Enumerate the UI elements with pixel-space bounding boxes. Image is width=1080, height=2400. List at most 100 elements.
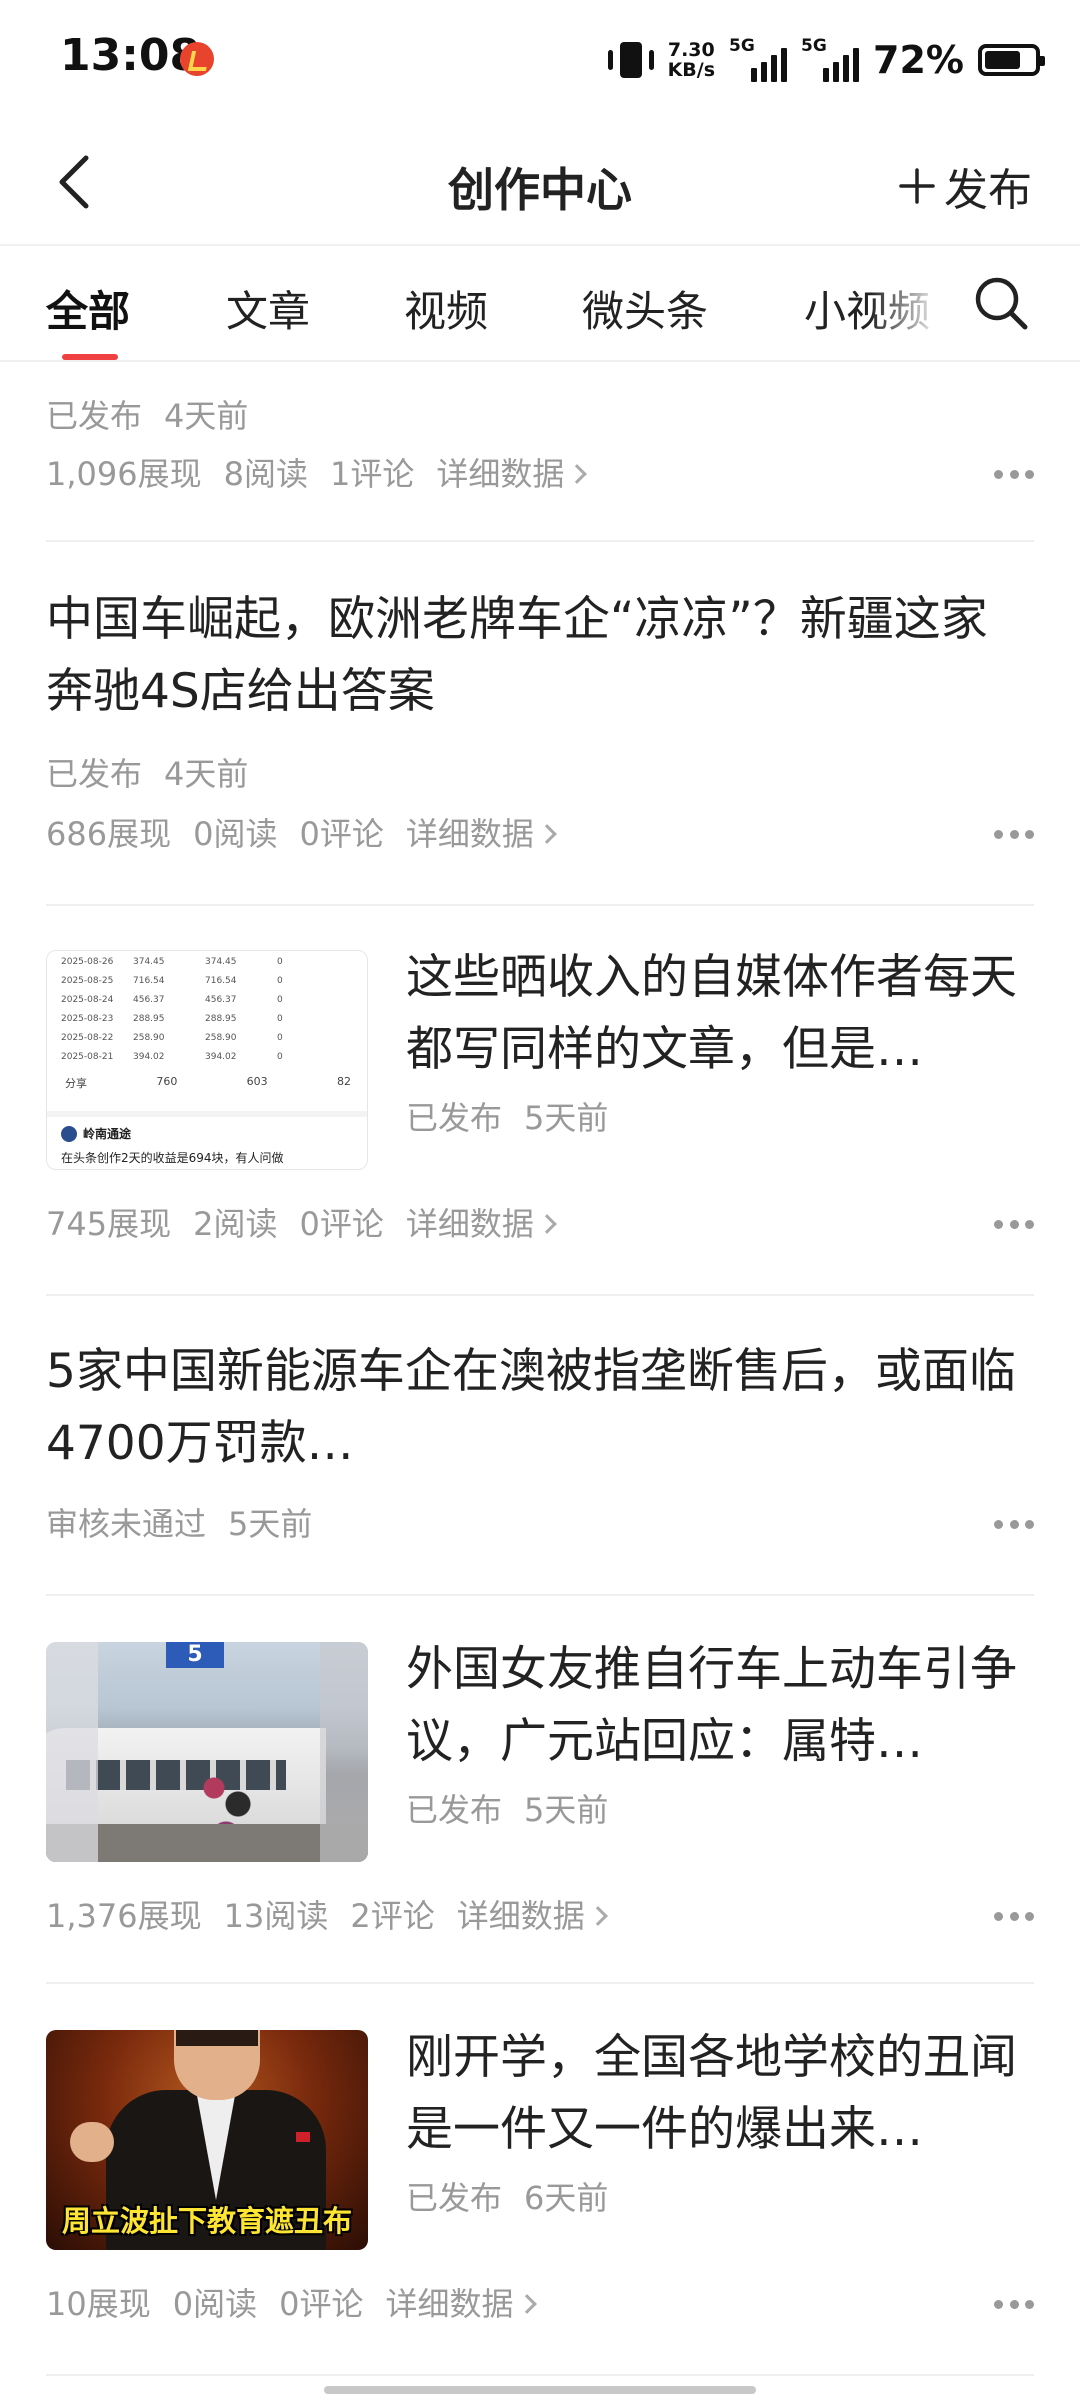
detail-data-link[interactable]: 详细数据 — [405, 1202, 557, 1246]
list-item[interactable]: 已发布 4天前 1,096展现 8阅读 1评论 详细数据 — [46, 364, 1034, 542]
item-stats: 686展现 0阅读 0评论 详细数据 — [46, 812, 576, 856]
list-item[interactable]: 5 外国女友推自行车上动车引争议，广元站回应：属特… 已发布 5天前 1,376展… — [46, 1596, 1034, 1984]
sim2-label: 5G — [801, 36, 827, 56]
detail-data-link[interactable]: 详细数据 — [385, 2282, 537, 2326]
earnings-row: 2025-08-22 258.90 258.90 0 — [61, 1033, 353, 1053]
item-title[interactable]: 这些晒收入的自媒体作者每天都写同样的文章，但是… — [406, 942, 1034, 1086]
item-status: 审核未通过 — [46, 1505, 207, 1543]
detail-data-label: 详细数据 — [436, 455, 565, 493]
share-label: 分享 — [65, 1077, 87, 1090]
battery-icon — [978, 44, 1045, 76]
more-options-button[interactable] — [994, 1220, 1034, 1230]
item-reads: 2阅读 — [193, 1205, 278, 1243]
item-status-line: 已发布 5天前 — [406, 1096, 1034, 1140]
earnings-cell: 394.02 — [133, 1052, 165, 1062]
item-thumbnail[interactable]: 2025-08-26 374.45 374.45 0 2025-08-25 716.54 7… — [46, 950, 368, 1170]
thumb-author: 岭南通途 — [61, 1125, 131, 1142]
tab-scroll-fade — [870, 246, 960, 358]
item-comments: 0评论 — [299, 815, 384, 853]
earnings-cell: 258.90 — [205, 1033, 237, 1043]
item-thumbnail[interactable]: 5 — [46, 1642, 368, 1862]
list-item[interactable]: 5家中国新能源车企在澳被指垄断售后，或面临4700万罚款… 审核未通过 5天前 — [46, 1296, 1034, 1596]
earnings-cell: 2025-08-22 — [61, 1033, 114, 1043]
item-views: 1,376展现 — [46, 1897, 202, 1935]
thumb-blur-left — [46, 1642, 98, 1862]
earnings-cell: 2025-08-26 — [61, 957, 114, 967]
author-name: 岭南通途 — [83, 1127, 132, 1141]
signal-sim2-icon: 5G — [801, 36, 860, 82]
earnings-cell: 2025-08-24 — [61, 995, 114, 1005]
list-item[interactable]: 2025-08-26 374.45 374.45 0 2025-08-25 716.54 7… — [46, 906, 1034, 1296]
item-time: 4天前 — [164, 755, 249, 793]
earnings-cell: 716.54 — [205, 976, 237, 986]
earnings-cell: 0 — [277, 995, 283, 1005]
home-indicator[interactable] — [324, 2386, 756, 2394]
item-status: 已发布 — [406, 1099, 503, 1137]
network-speed-unit: KB/s — [667, 59, 716, 81]
more-options-button[interactable] — [994, 470, 1034, 480]
earnings-cell: 394.02 — [205, 1052, 237, 1062]
tab-micro-posts[interactable]: 微头条 — [582, 278, 708, 339]
earnings-cell: 258.90 — [133, 1033, 165, 1043]
detail-data-link[interactable]: 详细数据 — [406, 812, 557, 856]
chevron-right-icon — [516, 2294, 537, 2314]
item-reads: 0阅读 — [193, 815, 278, 853]
detail-data-label: 详细数据 — [405, 1205, 534, 1243]
earnings-row: 2025-08-24 456.37 456.37 0 — [61, 995, 353, 1015]
sim1-label: 5G — [729, 36, 755, 56]
favorite-count: 82 — [336, 1075, 351, 1088]
item-status-line: 已发布 4天前 — [46, 394, 270, 438]
chevron-right-icon — [536, 824, 557, 844]
network-speed: 7.30 KB/s — [668, 40, 715, 80]
detail-data-link[interactable]: 详细数据 — [436, 452, 588, 496]
thumb-pocket-square — [296, 2132, 310, 2142]
item-title[interactable]: 中国车崛起，欧洲老牌车企“凉凉”？新疆这家奔驰4S店给出答案 — [46, 584, 1034, 728]
item-reads: 13阅读 — [223, 1897, 329, 1935]
tab-videos[interactable]: 视频 — [404, 278, 488, 339]
battery-percent: 72% — [873, 38, 964, 82]
like-count: 603 — [246, 1075, 268, 1088]
network-speed-value: 7.30 — [667, 39, 715, 61]
item-stats: 10展现 0阅读 0评论 详细数据 — [46, 2282, 556, 2326]
detail-data-label: 详细数据 — [385, 2285, 514, 2323]
earnings-cell: 0 — [277, 1033, 283, 1043]
publish-button[interactable]: 发布 — [898, 154, 1032, 218]
item-thumbnail[interactable]: 周立波扯下教育遮丑布 — [46, 2030, 368, 2250]
category-tabs: 全部 文章 视频 微头条 小视频 — [0, 246, 1080, 362]
more-options-button[interactable] — [994, 1520, 1034, 1530]
chevron-right-icon — [587, 1906, 608, 1926]
earnings-cell: 456.37 — [205, 995, 237, 1005]
list-item[interactable]: 周立波扯下教育遮丑布 刚开学，全国各地学校的丑闻是一件又一件的爆出来… 已发布 6… — [46, 1984, 1034, 2376]
item-reads: 8阅读 — [223, 455, 308, 493]
item-stats: 1,376展现 13阅读 2评论 详细数据 — [46, 1894, 627, 1938]
divider — [47, 1111, 367, 1117]
more-options-button[interactable] — [994, 830, 1034, 840]
earnings-cell: 288.95 — [205, 1014, 237, 1024]
item-views: 745展现 — [46, 1205, 172, 1243]
thumb-hand — [70, 2122, 114, 2162]
item-title[interactable]: 5家中国新能源车企在澳被指垄断售后，或面临4700万罚款… — [46, 1336, 1034, 1480]
list-item[interactable]: 中国车崛起，欧洲老牌车企“凉凉”？新疆这家奔驰4S店给出答案 已发布 4天前 68… — [46, 542, 1034, 906]
search-button[interactable] — [970, 272, 1032, 334]
detail-data-link[interactable]: 详细数据 — [457, 1894, 608, 1938]
item-time: 5天前 — [228, 1505, 313, 1543]
status-bar: 13:08 7.30 KB/s 5G 5G 72% — [0, 0, 1080, 118]
earnings-cell: 288.95 — [133, 1014, 165, 1024]
earnings-cell: 716.54 — [133, 976, 165, 986]
item-comments: 1评论 — [330, 455, 415, 493]
item-time: 5天前 — [524, 1099, 609, 1137]
earnings-cell: 374.45 — [133, 957, 165, 967]
tab-articles[interactable]: 文章 — [226, 278, 310, 339]
thumb-action-bar: 分享 760 603 82 — [65, 1075, 351, 1091]
content-list: 已发布 4天前 1,096展现 8阅读 1评论 详细数据 中国车崛起，欧洲老牌车企… — [0, 364, 1080, 2376]
item-status-line: 已发布 5天前 — [406, 1788, 1034, 1832]
item-status: 已发布 — [406, 2179, 503, 2217]
earnings-cell: 374.45 — [205, 957, 237, 967]
earnings-row: 2025-08-26 374.45 374.45 0 — [61, 957, 353, 977]
more-options-button[interactable] — [994, 2300, 1034, 2310]
item-comments: 0评论 — [299, 1205, 384, 1243]
item-title[interactable]: 刚开学，全国各地学校的丑闻是一件又一件的爆出来… — [406, 2022, 1034, 2166]
more-options-button[interactable] — [994, 1912, 1034, 1922]
tab-all[interactable]: 全部 — [46, 278, 130, 339]
item-title[interactable]: 外国女友推自行车上动车引争议，广元站回应：属特… — [406, 1634, 1034, 1778]
